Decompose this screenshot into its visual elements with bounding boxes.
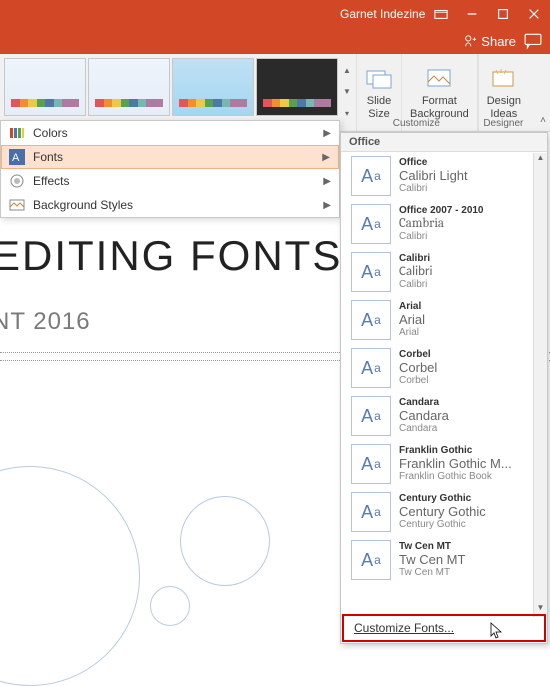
decorative-bubble <box>180 496 270 586</box>
submenu-arrow-icon: ▶ <box>323 128 331 139</box>
font-body-name: Calibri <box>399 183 468 195</box>
user-name: Garnet Indezine <box>340 7 425 21</box>
font-theme-name: Candara <box>399 397 449 409</box>
decorative-bubble <box>150 586 190 626</box>
menu-background-styles[interactable]: Background Styles▶ <box>1 193 339 217</box>
font-heading-name: Candara <box>399 409 449 424</box>
font-body-name: Tw Cen MT <box>399 567 465 579</box>
variant-4[interactable] <box>256 58 338 116</box>
font-theme-item[interactable]: Aa Calibri Calibri Calibri <box>341 248 547 296</box>
effects-icon <box>9 173 25 189</box>
font-theme-item[interactable]: Aa Office Calibri Light Calibri <box>341 152 547 200</box>
font-theme-item[interactable]: Aa Candara Candara Candara <box>341 392 547 440</box>
format-background-icon <box>425 65 453 93</box>
maximize-button[interactable] <box>488 0 519 28</box>
font-theme-name: Calibri <box>399 253 432 265</box>
font-heading-name: Calibri Light <box>399 169 468 184</box>
variants-more[interactable]: ▲▼▾ <box>342 54 356 131</box>
slide-size-icon <box>365 65 393 93</box>
design-ideas-icon <box>490 65 518 93</box>
font-gallery: Office Aa Office Calibri Light Calibri A… <box>340 132 548 644</box>
submenu-arrow-icon: ▶ <box>322 152 330 163</box>
font-gallery-header: Office <box>341 133 547 152</box>
font-body-name: Calibri <box>399 279 432 291</box>
format-background-button[interactable]: Format Background <box>401 54 477 131</box>
font-thumb: Aa <box>351 348 391 388</box>
font-body-name: Corbel <box>399 375 437 387</box>
font-heading-name: Corbel <box>399 361 437 376</box>
variant-1[interactable] <box>4 58 86 116</box>
svg-text:A: A <box>12 152 20 164</box>
font-list: Aa Office Calibri Light Calibri Aa Offic… <box>341 152 547 613</box>
font-body-name: Candara <box>399 423 449 435</box>
window-titlebar: Garnet Indezine <box>0 0 550 28</box>
share-bar: Share <box>0 28 550 54</box>
menu-effects[interactable]: Effects▶ <box>1 169 339 193</box>
scroll-up-icon[interactable]: ▲ <box>534 153 547 167</box>
menu-colors[interactable]: Colors▶ <box>1 121 339 145</box>
font-theme-name: Office 2007 - 2010 <box>399 205 484 217</box>
font-body-name: Calibri <box>399 231 484 243</box>
slide-size-button[interactable]: Slide Size <box>356 54 401 131</box>
font-body-name: Century Gothic <box>399 519 486 531</box>
font-heading-name: Tw Cen MT <box>399 553 465 568</box>
fonts-icon: A <box>9 149 25 165</box>
font-theme-item[interactable]: Aa Corbel Corbel Corbel <box>341 344 547 392</box>
font-heading-name: Arial <box>399 313 425 328</box>
font-thumb: Aa <box>351 540 391 580</box>
font-thumb: Aa <box>351 300 391 340</box>
scrollbar[interactable]: ▲ ▼ <box>533 153 547 617</box>
font-heading-name: Calibri <box>399 265 432 280</box>
font-theme-name: Franklin Gothic <box>399 445 512 457</box>
font-thumb: Aa <box>351 156 391 196</box>
font-heading-name: Franklin Gothic M... <box>399 457 512 472</box>
font-theme-name: Century Gothic <box>399 493 486 505</box>
background-styles-icon <box>9 197 25 213</box>
design-ideas-button[interactable]: Design Ideas <box>478 54 529 131</box>
variant-3[interactable] <box>172 58 254 116</box>
customize-fonts-button[interactable]: Customize Fonts... <box>342 614 546 642</box>
font-thumb: Aa <box>351 492 391 532</box>
share-label: Share <box>481 34 516 49</box>
share-button[interactable]: Share <box>463 34 516 49</box>
font-theme-item[interactable]: Aa Arial Arial Arial <box>341 296 547 344</box>
submenu-arrow-icon: ▶ <box>323 200 331 211</box>
font-theme-name: Office <box>399 157 468 169</box>
font-heading-name: Cambria <box>399 217 484 232</box>
minimize-button[interactable] <box>457 0 488 28</box>
share-icon <box>463 34 477 48</box>
font-thumb: Aa <box>351 396 391 436</box>
decorative-bubble <box>0 466 140 686</box>
font-heading-name: Century Gothic <box>399 505 486 520</box>
close-button[interactable] <box>519 0 550 28</box>
ribbon-display-icon[interactable] <box>425 0 456 28</box>
menu-fonts[interactable]: A Fonts▶ <box>1 145 339 169</box>
variant-2[interactable] <box>88 58 170 116</box>
font-thumb: Aa <box>351 252 391 292</box>
cursor-icon <box>490 622 504 640</box>
font-body-name: Franklin Gothic Book <box>399 471 512 483</box>
collapse-ribbon-icon[interactable]: ˄ <box>540 115 546 126</box>
font-thumb: Aa <box>351 444 391 484</box>
font-theme-item[interactable]: Aa Franklin Gothic Franklin Gothic M... … <box>341 440 547 488</box>
submenu-arrow-icon: ▶ <box>323 176 331 187</box>
font-theme-item[interactable]: Aa Century Gothic Century Gothic Century… <box>341 488 547 536</box>
font-thumb: Aa <box>351 204 391 244</box>
variants-dropdown: Colors▶ A Fonts▶ Effects▶ Background Sty… <box>0 120 340 218</box>
font-theme-item[interactable]: Aa Tw Cen MT Tw Cen MT Tw Cen MT <box>341 536 547 584</box>
comments-icon[interactable] <box>524 32 542 50</box>
colors-icon <box>9 125 25 141</box>
font-body-name: Arial <box>399 327 425 339</box>
font-theme-item[interactable]: Aa Office 2007 - 2010 Cambria Calibri <box>341 200 547 248</box>
font-theme-name: Tw Cen MT <box>399 541 465 553</box>
font-theme-name: Corbel <box>399 349 437 361</box>
font-theme-name: Arial <box>399 301 425 313</box>
